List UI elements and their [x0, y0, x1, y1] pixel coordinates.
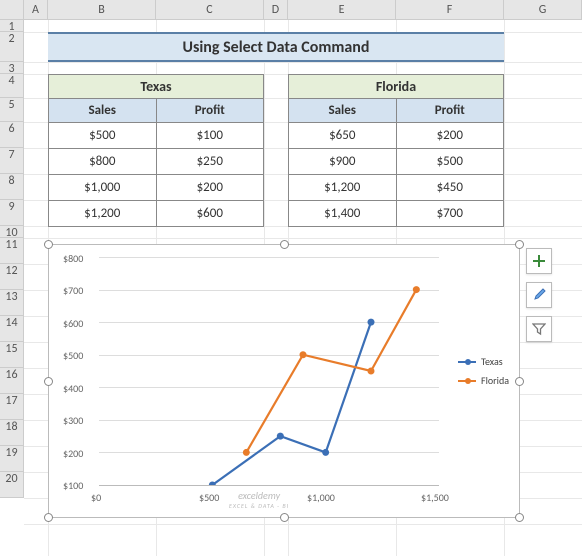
col-A[interactable]: A	[24, 0, 48, 20]
row-7[interactable]: 7	[0, 148, 24, 174]
table-row: $1,000$200	[49, 175, 264, 201]
resize-handle-sw[interactable]	[44, 513, 53, 522]
col-header-sales: Sales	[49, 99, 157, 123]
resize-handle-s[interactable]	[280, 513, 289, 522]
x-tick: $0	[91, 491, 101, 504]
row-16[interactable]: 16	[0, 368, 24, 394]
row-headers: 1 2 3 4 5 6 7 8 9 10 11 12 13 14 15 16 1…	[0, 20, 24, 498]
row-14[interactable]: 14	[0, 316, 24, 342]
y-tick: $600	[63, 317, 83, 330]
region-header-texas: Texas	[49, 75, 264, 99]
row-13[interactable]: 13	[0, 290, 24, 316]
table-row: $1,400$700	[289, 201, 504, 227]
chart-styles-button[interactable]	[526, 282, 552, 308]
table-row: $1,200$450	[289, 175, 504, 201]
y-tick: $700	[63, 284, 83, 297]
resize-handle-se[interactable]	[515, 513, 524, 522]
brush-icon	[532, 288, 546, 302]
col-B[interactable]: B	[48, 0, 156, 20]
row-2[interactable]: 2	[0, 32, 24, 62]
y-tick: $100	[63, 479, 83, 492]
resize-handle-n[interactable]	[280, 240, 289, 249]
y-tick: $400	[63, 382, 83, 395]
resize-handle-nw[interactable]	[44, 240, 53, 249]
row-9[interactable]: 9	[0, 200, 24, 226]
plus-icon	[532, 254, 546, 268]
legend-item-florida: Florida	[458, 374, 509, 387]
row-19[interactable]: 19	[0, 446, 24, 472]
resize-handle-ne[interactable]	[515, 240, 524, 249]
table-row: $650$200	[289, 123, 504, 149]
col-D[interactable]: D	[264, 0, 288, 20]
select-all-corner[interactable]	[0, 0, 24, 20]
y-tick: $800	[63, 252, 83, 265]
resize-handle-w[interactable]	[44, 377, 53, 386]
col-G[interactable]: G	[504, 0, 582, 20]
col-F[interactable]: F	[396, 0, 504, 20]
page-title: Using Select Data Command	[48, 32, 504, 62]
row-8[interactable]: 8	[0, 174, 24, 200]
row-20[interactable]: 20	[0, 472, 24, 498]
chart-filter-button[interactable]	[526, 316, 552, 342]
resize-handle-e[interactable]	[515, 377, 524, 386]
y-tick: $200	[63, 447, 83, 460]
column-headers: A B C D E F G	[0, 0, 582, 20]
legend-label: Florida	[481, 374, 509, 387]
row-10[interactable]: 10	[0, 226, 24, 238]
chart-elements-button[interactable]	[526, 248, 552, 274]
y-tick: $300	[63, 414, 83, 427]
row-11[interactable]: 11	[0, 238, 24, 264]
table-texas: Texas Sales Profit $500$100 $800$250 $1,…	[48, 74, 264, 227]
spreadsheet-grid: A B C D E F G 1 2 3 4 5 6 7 8 9 10 11 12…	[0, 0, 582, 556]
row-17[interactable]: 17	[0, 394, 24, 420]
row-12[interactable]: 12	[0, 264, 24, 290]
col-C[interactable]: C	[156, 0, 264, 20]
col-header-profit: Profit	[156, 99, 263, 123]
table-row: $900$500	[289, 149, 504, 175]
chart-legend: Texas Florida	[458, 355, 509, 393]
watermark: exceldemy EXCEL & DATA - BI	[229, 489, 289, 510]
legend-item-texas: Texas	[458, 355, 509, 368]
row-15[interactable]: 15	[0, 342, 24, 368]
row-3[interactable]: 3	[0, 62, 24, 74]
region-header-florida: Florida	[289, 75, 504, 99]
row-4[interactable]: 4	[0, 74, 24, 98]
x-tick: $1,500	[421, 491, 449, 504]
filter-icon	[532, 322, 546, 336]
table-row: $500$100	[49, 123, 264, 149]
row-6[interactable]: 6	[0, 122, 24, 148]
table-florida: Florida Sales Profit $650$200 $900$500 $…	[288, 74, 504, 227]
row-1[interactable]: 1	[0, 20, 24, 32]
legend-label: Texas	[481, 355, 503, 368]
col-header-sales: Sales	[289, 99, 397, 123]
plot-area	[99, 257, 439, 485]
col-E[interactable]: E	[288, 0, 396, 20]
row-5[interactable]: 5	[0, 98, 24, 122]
y-tick: $500	[63, 349, 83, 362]
table-row: $1,200$600	[49, 201, 264, 227]
row-18[interactable]: 18	[0, 420, 24, 446]
x-tick: $500	[199, 491, 219, 504]
col-header-profit: Profit	[396, 99, 503, 123]
cell-area[interactable]: Using Select Data Command Texas Sales Pr…	[24, 20, 582, 556]
x-tick: $1,000	[307, 491, 335, 504]
table-row: $800$250	[49, 149, 264, 175]
chart-object[interactable]: $800 $700 $600 $500 $400 $300 $200 $100 …	[48, 244, 520, 518]
chart-lines	[99, 257, 439, 485]
chart-side-buttons	[526, 248, 552, 342]
